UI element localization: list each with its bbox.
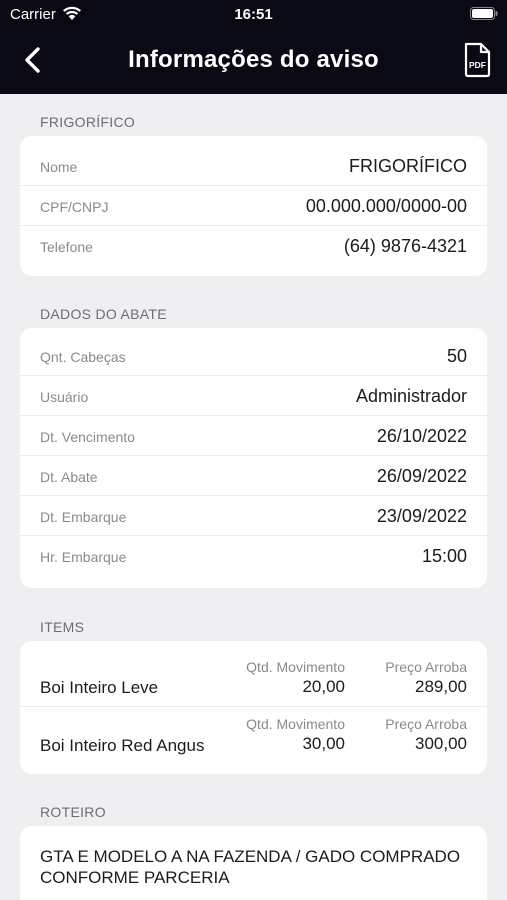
row-value: (64) 9876-4321: [343, 236, 467, 256]
info-row-telefone: Telefone (64) 9876-4321: [20, 226, 487, 266]
item-qtd-value: 30,00: [302, 734, 345, 753]
row-label: Qnt. Cabeças: [40, 349, 126, 365]
page-title: Informações do aviso: [128, 46, 379, 73]
info-row-dt-embarque: Dt. Embarque 23/09/2022: [20, 496, 487, 536]
top-bar: Carrier 16:51 Informações do aviso PDF: [0, 0, 507, 94]
row-value: 50: [446, 346, 467, 366]
info-row-dt-abate: Dt. Abate 26/09/2022: [20, 456, 487, 496]
battery-icon: [470, 7, 498, 20]
pdf-export-icon[interactable]: PDF: [462, 42, 492, 78]
section-header-frigorifico: FRIGORÍFICO: [40, 114, 136, 130]
dados-abate-card: Qnt. Cabeças 50 Usuário Administrador Dt…: [20, 328, 487, 588]
item-preco-label: Preço Arroba: [385, 716, 467, 732]
roteiro-text: GTA E MODELO A NA FAZENDA / GADO COMPRAD…: [40, 847, 461, 887]
items-card: Boi Inteiro Leve Qtd. Movimento 20,00 Pr…: [20, 641, 487, 774]
frigorifico-card: Nome FRIGORÍFICO CPF/CNPJ 00.000.000/000…: [20, 136, 487, 276]
row-label: Dt. Vencimento: [40, 429, 135, 445]
item-qtd-column: Qtd. Movimento 20,00: [246, 659, 345, 697]
item-preco-value: 300,00: [415, 734, 467, 753]
row-label: Dt. Abate: [40, 469, 98, 485]
row-value: 26/10/2022: [376, 426, 467, 446]
row-value: 26/09/2022: [376, 466, 467, 486]
row-value: 00.000.000/0000-00: [305, 196, 467, 216]
info-row-cpf-cnpj: CPF/CNPJ 00.000.000/0000-00: [20, 186, 487, 226]
row-label: Hr. Embarque: [40, 549, 127, 565]
item-name: Boi Inteiro Red Angus: [40, 736, 205, 755]
navigation-bar: Informações do aviso PDF: [0, 36, 507, 88]
row-label: Usuário: [40, 389, 89, 405]
item-preco-value: 289,00: [415, 677, 467, 696]
item-qtd-value: 20,00: [302, 677, 345, 696]
item-row: Boi Inteiro Red Angus Qtd. Movimento 30,…: [20, 707, 487, 765]
row-label: Nome: [40, 159, 78, 175]
section-header-items: ITEMS: [40, 619, 85, 635]
item-preco-column: Preço Arroba 289,00: [385, 659, 467, 697]
item-qtd-column: Qtd. Movimento 30,00: [246, 716, 345, 754]
item-qtd-label: Qtd. Movimento: [246, 716, 345, 732]
item-qtd-label: Qtd. Movimento: [246, 659, 345, 675]
pdf-icon-label: PDF: [469, 60, 486, 70]
info-row-qnt-cabecas: Qnt. Cabeças 50: [20, 336, 487, 376]
row-label: Dt. Embarque: [40, 509, 127, 525]
row-label: Telefone: [40, 239, 93, 255]
info-row-dt-vencimento: Dt. Vencimento 26/10/2022: [20, 416, 487, 456]
roteiro-card: GTA E MODELO A NA FAZENDA / GADO COMPRAD…: [20, 826, 487, 900]
status-bar: Carrier 16:51: [0, 0, 507, 28]
section-header-roteiro: ROTEIRO: [40, 804, 106, 820]
row-value: 15:00: [421, 546, 467, 566]
info-row-nome: Nome FRIGORÍFICO: [20, 146, 487, 186]
row-value: 23/09/2022: [376, 506, 467, 526]
item-preco-label: Preço Arroba: [385, 659, 467, 675]
item-name: Boi Inteiro Leve: [40, 678, 159, 697]
status-clock: 16:51: [234, 6, 273, 23]
row-label: CPF/CNPJ: [40, 199, 109, 215]
row-value: FRIGORÍFICO: [349, 156, 467, 176]
info-row-hr-embarque: Hr. Embarque 15:00: [20, 536, 487, 576]
row-value: Administrador: [355, 386, 467, 406]
info-row-usuario: Usuário Administrador: [20, 376, 487, 416]
section-header-dados-abate: DADOS DO ABATE: [40, 306, 167, 322]
item-row: Boi Inteiro Leve Qtd. Movimento 20,00 Pr…: [20, 649, 487, 707]
item-preco-column: Preço Arroba 300,00: [385, 716, 467, 754]
